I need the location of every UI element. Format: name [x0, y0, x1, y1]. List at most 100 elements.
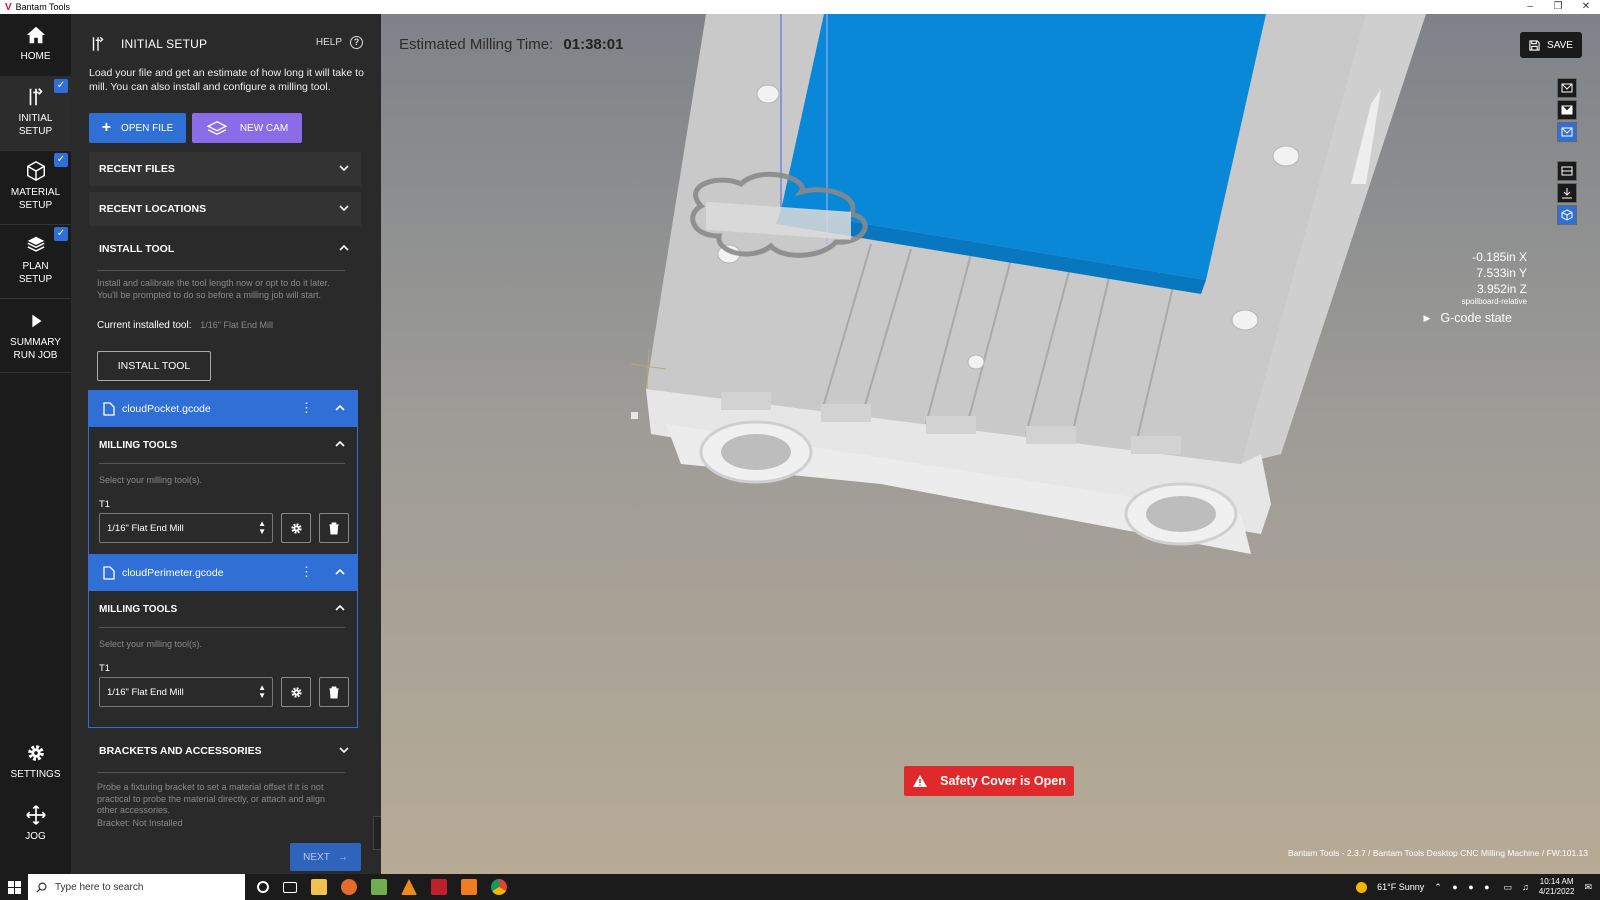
- check-icon: ✓: [54, 153, 68, 167]
- open-file-button[interactable]: + OPEN FILE: [89, 113, 186, 143]
- more-options-icon[interactable]: ⋮: [300, 401, 313, 414]
- restore-button[interactable]: ❐: [1544, 0, 1572, 14]
- more-options-icon[interactable]: ⋮: [300, 565, 313, 578]
- tool-slot-label: T1: [99, 499, 111, 510]
- nav-material-setup[interactable]: ✓ MATERIAL SETUP: [0, 150, 71, 224]
- brackets-accordion[interactable]: BRACKETS AND ACCESSORIES: [89, 734, 361, 768]
- nav-jog[interactable]: JOG: [0, 804, 71, 854]
- tool-select[interactable]: 1/16" Flat End Mill ▲ ▼: [99, 677, 273, 707]
- envelope-view-icon: [1561, 83, 1573, 93]
- network-icon[interactable]: ▭: [1504, 882, 1513, 893]
- cube-icon: [26, 160, 45, 182]
- install-tool-accordion[interactable]: INSTALL TOOL: [89, 232, 361, 266]
- chevron-up-icon[interactable]: [335, 567, 345, 577]
- recent-locations-label: RECENT LOCATIONS: [99, 203, 207, 215]
- chrome-icon[interactable]: [491, 879, 507, 895]
- gcode-state-label: G-code state: [1440, 311, 1512, 325]
- gear-icon: [27, 745, 44, 761]
- nav-initial-setup-label-1: INITIAL: [18, 113, 53, 124]
- minimize-button[interactable]: –: [1516, 0, 1544, 14]
- chevron-up-icon[interactable]: [335, 403, 345, 413]
- chevron-down-icon: [339, 747, 349, 754]
- tool-icon: [29, 88, 43, 106]
- nav-home[interactable]: HOME: [0, 24, 71, 82]
- check-icon: ✓: [54, 227, 68, 241]
- milling-tools-label: MILLING TOOLS: [99, 603, 178, 615]
- nav-plan-setup[interactable]: ✓ PLAN SETUP: [0, 224, 71, 298]
- view-bed-button[interactable]: [1557, 161, 1577, 181]
- divider: [99, 463, 345, 464]
- tool-settings-button[interactable]: [281, 513, 311, 543]
- next-label: NEXT: [303, 851, 330, 863]
- recent-locations-accordion[interactable]: RECENT LOCATIONS: [89, 192, 361, 226]
- install-tool-description: Install and calibrate the tool length no…: [97, 278, 330, 300]
- nav-settings[interactable]: SETTINGS: [0, 742, 71, 792]
- gcode-state-toggle[interactable]: ▶ G-code state: [1424, 311, 1513, 325]
- 3d-viewport[interactable]: Estimated Milling Time: 01:38:01 SAVE -0…: [381, 14, 1600, 874]
- estimate-label: Estimated Milling Time:: [399, 36, 554, 53]
- help-icon: ?: [350, 36, 363, 49]
- clock[interactable]: 10:14 AM 4/21/2022: [1539, 877, 1575, 897]
- tool-settings-button[interactable]: [281, 677, 311, 707]
- panel-header: INITIAL SETUP: [89, 34, 207, 54]
- taskbar-search[interactable]: Type here to search: [28, 874, 245, 900]
- delete-tool-button[interactable]: [319, 513, 349, 543]
- caret-right-icon: ▶: [1423, 312, 1431, 323]
- next-button[interactable]: NEXT →: [290, 843, 361, 871]
- view-download-button[interactable]: [1557, 183, 1577, 203]
- cortana-icon[interactable]: [257, 881, 269, 893]
- delete-tool-button[interactable]: [319, 677, 349, 707]
- tool-select[interactable]: 1/16" Flat End Mill ▲ ▼: [99, 513, 273, 543]
- milling-tools-accordion[interactable]: MILLING TOOLS: [89, 427, 357, 463]
- fusion-icon[interactable]: [461, 879, 477, 895]
- firefox-icon[interactable]: [341, 879, 357, 895]
- save-button[interactable]: SAVE: [1520, 32, 1582, 58]
- tool-row: 1/16" Flat End Mill ▲ ▼: [99, 677, 349, 707]
- file-header[interactable]: cloudPerimeter.gcode ⋮: [89, 555, 357, 591]
- bantam-tools-taskbar-icon[interactable]: [431, 879, 447, 895]
- nav-initial-setup[interactable]: ✓ INITIAL SETUP: [0, 76, 71, 150]
- move-arrows-icon: [25, 805, 46, 825]
- nav-summary-run-job[interactable]: SUMMARY RUN JOB: [0, 298, 71, 372]
- start-button[interactable]: [0, 874, 28, 900]
- help-button[interactable]: HELP ?: [316, 36, 363, 49]
- chevron-up-icon: [339, 244, 349, 251]
- safety-cover-warning: Safety Cover is Open: [904, 766, 1074, 796]
- cube-icon: [1561, 209, 1573, 221]
- up-down-icon: ▲ ▼: [258, 519, 266, 536]
- main-nav: HOME ✓ INITIAL SETUP ✓ MATERIAL SETUP ✓ …: [0, 14, 71, 874]
- gear-icon: [290, 522, 302, 534]
- up-down-icon: ▲ ▼: [258, 683, 266, 700]
- vlc-icon[interactable]: [401, 879, 417, 895]
- new-cam-button[interactable]: NEW CAM: [192, 113, 302, 143]
- envelope-view-icon: [1561, 105, 1573, 115]
- search-icon: [36, 882, 47, 893]
- notifications-icon[interactable]: ✉: [1584, 882, 1592, 893]
- volume-icon[interactable]: ♫: [1522, 882, 1529, 892]
- close-window-button[interactable]: ✕: [1572, 0, 1600, 14]
- taskbar-search-placeholder: Type here to search: [55, 881, 144, 893]
- help-label: HELP: [315, 37, 342, 48]
- file-explorer-icon[interactable]: [311, 879, 327, 895]
- file-icon: [103, 402, 115, 416]
- task-view-icon[interactable]: [283, 881, 297, 893]
- view-side-button[interactable]: [1557, 122, 1577, 142]
- tray-icons[interactable]: ⌃ ● ● ●: [1434, 882, 1493, 893]
- chevron-down-icon: [339, 205, 349, 212]
- tool-row: 1/16" Flat End Mill ▲ ▼: [99, 513, 349, 543]
- file-header[interactable]: cloudPocket.gcode ⋮: [89, 391, 357, 427]
- notepad-icon[interactable]: [371, 879, 387, 895]
- install-tool-button[interactable]: INSTALL TOOL: [97, 351, 211, 381]
- view-front-button[interactable]: [1557, 100, 1577, 120]
- position-readout: -0.185in X 7.533in Y 3.952in Z spoilboar…: [1462, 249, 1527, 307]
- open-file-label: OPEN FILE: [121, 122, 174, 134]
- recent-files-accordion[interactable]: RECENT FILES: [89, 152, 361, 186]
- view-3d-button[interactable]: [1557, 205, 1577, 225]
- coord-x: -0.185in X: [1472, 250, 1527, 264]
- view-top-button[interactable]: [1557, 78, 1577, 98]
- arrow-right-icon: →: [337, 851, 348, 863]
- current-tool-label: Current installed tool:: [97, 320, 192, 331]
- safety-warning-text: Safety Cover is Open: [940, 774, 1066, 788]
- nav-plan-setup-label-1: PLAN: [22, 261, 49, 272]
- milling-tools-accordion[interactable]: MILLING TOOLS: [89, 591, 357, 627]
